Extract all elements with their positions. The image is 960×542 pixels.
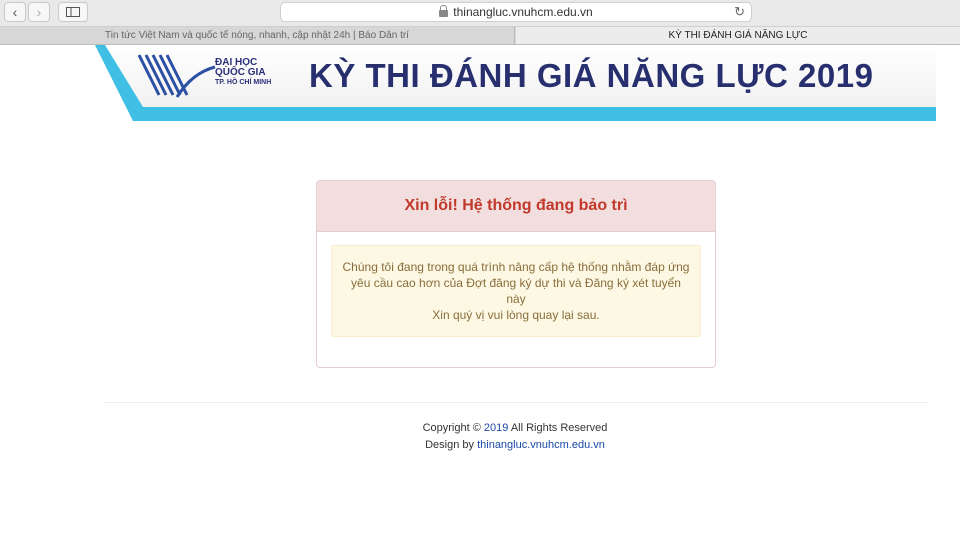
logo-line2: QUỐC GIA	[215, 67, 266, 78]
sidebar-button[interactable]	[58, 2, 88, 22]
design-line: Design by thinangluc.vnuhcm.edu.vn	[0, 437, 960, 454]
maintenance-panel: Xin lỗi! Hệ thống đang bảo trì Chúng tôi…	[316, 180, 716, 368]
copyright-rights: All Rights Reserved	[510, 422, 608, 434]
footer-divider	[103, 402, 929, 403]
tab-label: KỲ THI ĐÁNH GIÁ NĂNG LỰC	[668, 30, 808, 41]
logo-text: ĐẠI HỌC QUỐC GIA TP. HỒ CHÍ MINH	[215, 58, 271, 88]
tab-bar: Tin tức Việt Nam và quốc tế nóng, nhanh,…	[0, 27, 960, 45]
copyright-line: Copyright © 2019 All Rights Reserved	[0, 420, 960, 437]
address-bar[interactable]: thinangluc.vnuhcm.edu.vn ↻	[280, 2, 752, 22]
design-prefix: Design by	[425, 439, 475, 451]
message-line: Chúng tôi đang trong quá trình nâng cấp …	[342, 260, 690, 274]
site-banner: ĐẠI HỌC QUỐC GIA TP. HỒ CHÍ MINH KỲ THI …	[95, 45, 936, 121]
university-logo-icon	[137, 54, 216, 98]
tab-label: Tin tức Việt Nam và quốc tế nóng, nhanh,…	[105, 30, 409, 41]
maintenance-heading: Xin lỗi! Hệ thống đang bảo trì	[317, 181, 715, 232]
back-button[interactable]: ‹	[4, 2, 26, 22]
reload-icon[interactable]: ↻	[734, 4, 745, 20]
lock-icon	[439, 4, 449, 17]
browser-toolbar: ‹ › thinangluc.vnuhcm.edu.vn ↻	[0, 0, 960, 27]
footer: Copyright © 2019 All Rights Reserved Des…	[0, 420, 960, 454]
message-line: Xin quý vị vui lòng quay lại sau.	[432, 308, 600, 322]
message-line: này	[506, 292, 526, 306]
message-line: yêu cầu cao hơn của Đợt đăng ký dự thi v…	[351, 276, 681, 290]
tab-dantri[interactable]: Tin tức Việt Nam và quốc tế nóng, nhanh,…	[0, 27, 515, 44]
tab-ky-thi[interactable]: KỲ THI ĐÁNH GIÁ NĂNG LỰC	[516, 27, 960, 44]
address-text: thinangluc.vnuhcm.edu.vn	[453, 5, 593, 19]
logo-line3: TP. HỒ CHÍ MINH	[215, 79, 272, 86]
forward-button[interactable]: ›	[28, 2, 50, 22]
chevron-left-icon: ‹	[12, 4, 18, 20]
design-link[interactable]: thinangluc.vnuhcm.edu.vn	[477, 439, 605, 451]
chevron-right-icon: ›	[36, 4, 42, 20]
copyright-year-link[interactable]: 2019	[484, 422, 508, 434]
maintenance-message: Chúng tôi đang trong quá trình nâng cấp …	[331, 245, 701, 337]
sidebar-icon	[66, 7, 80, 17]
copyright-prefix: Copyright ©	[422, 422, 481, 434]
page-title: KỲ THI ĐÁNH GIÁ NĂNG LỰC 2019	[309, 57, 874, 94]
